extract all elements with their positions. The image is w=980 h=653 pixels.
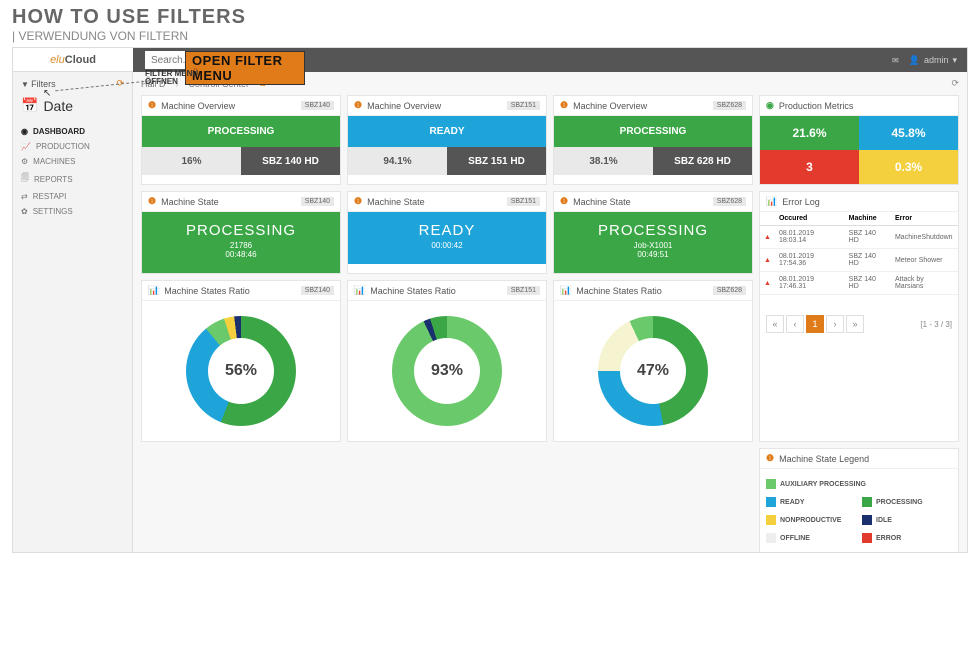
pager-first[interactable]: « bbox=[766, 315, 784, 333]
legend-item: ERROR bbox=[862, 529, 952, 547]
sidebar-item-machines[interactable]: ⚙MACHINES bbox=[21, 154, 124, 169]
card-ratio-0: 📊Machine States RatioSBZ140 56% bbox=[141, 280, 341, 442]
info-icon: ❶ bbox=[560, 196, 568, 207]
card-errorlog: 📊Error Log OccuredMachineError▲08.01.201… bbox=[759, 191, 959, 442]
legend-item: IDLE bbox=[862, 511, 952, 529]
nav-icon: ✿ bbox=[21, 207, 28, 216]
table-row[interactable]: ▲08.01.2019 17:54.36SBZ 140 HDMeteor Sho… bbox=[760, 249, 958, 272]
legend-item: OFFLINE bbox=[766, 529, 856, 547]
card-state-1: ❶Machine StateSBZ151 READY00:00:42 bbox=[347, 191, 547, 274]
card-state-2: ❶Machine StateSBZ628 PROCESSINGJob-X1001… bbox=[553, 191, 753, 274]
pager-next[interactable]: › bbox=[826, 315, 844, 333]
info-icon: ❶ bbox=[766, 453, 774, 464]
nav-icon: 📈 bbox=[21, 142, 31, 151]
nav-icon: ⚙ bbox=[21, 157, 28, 166]
pager-info: [1 - 3 / 3] bbox=[920, 320, 952, 329]
status-badge: PROCESSING bbox=[142, 116, 340, 147]
info-icon: ❶ bbox=[354, 100, 362, 111]
pager-prev[interactable]: ‹ bbox=[786, 315, 804, 333]
slide-subtitle: | VERWENDUNG VON FILTERN bbox=[12, 29, 968, 43]
card-overview-0: ❶Machine OverviewSBZ140 PROCESSING 16%SB… bbox=[141, 95, 341, 185]
bars-icon: 📊 bbox=[560, 285, 571, 296]
col-header: Machine bbox=[845, 212, 891, 226]
legend-item: READY bbox=[766, 493, 856, 511]
info-icon: ❶ bbox=[148, 100, 156, 111]
warning-icon: ▲ bbox=[764, 234, 771, 241]
col-header: Occured bbox=[775, 212, 845, 226]
sidebar-item-production[interactable]: 📈PRODUCTION bbox=[21, 139, 124, 154]
reload-icon[interactable]: ⟳ bbox=[116, 78, 124, 89]
metric-cell: 45.8% bbox=[859, 116, 958, 150]
metric-pct: 16% bbox=[142, 147, 241, 175]
pager-last[interactable]: » bbox=[846, 315, 864, 333]
date-label[interactable]: Date bbox=[43, 98, 73, 114]
machine-model: SBZ 151 HD bbox=[447, 147, 546, 175]
logo[interactable]: eluCloud bbox=[13, 48, 133, 72]
pager-page[interactable]: 1 bbox=[806, 315, 824, 333]
machine-model: SBZ 140 HD bbox=[241, 147, 340, 175]
info-icon: ❶ bbox=[148, 196, 156, 207]
info-icon: ❶ bbox=[560, 100, 568, 111]
card-metrics: ◉Production Metrics 21.6%45.8%30.3% bbox=[759, 95, 959, 185]
bars-icon: 📊 bbox=[354, 285, 365, 296]
metric-pct: 38.1% bbox=[554, 147, 653, 175]
card-state-0: ❶Machine StateSBZ140 PROCESSING2178600:4… bbox=[141, 191, 341, 274]
warning-icon: ▲ bbox=[764, 280, 771, 287]
donut-chart: 56% bbox=[186, 316, 296, 426]
sidebar: ▼ Filters ⟳ ↖ 📅Date ◉DASHBOARD📈PRODUCTIO… bbox=[13, 72, 133, 552]
nav-icon: 🗐 bbox=[21, 172, 29, 186]
sidebar-item-settings[interactable]: ✿SETTINGS bbox=[21, 204, 124, 219]
status-badge: READY bbox=[348, 116, 546, 147]
donut-chart: 47% bbox=[598, 316, 708, 426]
nav-icon: ◉ bbox=[21, 127, 28, 136]
mail-icon[interactable]: ✉ bbox=[892, 56, 899, 65]
sidebar-item-dashboard[interactable]: ◉DASHBOARD bbox=[21, 124, 124, 139]
bars-icon: 📊 bbox=[766, 196, 777, 207]
nav-icon: ⇄ bbox=[21, 192, 28, 201]
annotation-sub: FILTER MENÜÖFFNEN bbox=[145, 70, 198, 86]
col-header: Error bbox=[891, 212, 958, 226]
info-icon: ❶ bbox=[354, 196, 362, 207]
slide-title: HOW TO USE FILTERS bbox=[12, 6, 968, 29]
table-row[interactable]: ▲08.01.2019 18:03.14SBZ 140 HDMachineShu… bbox=[760, 226, 958, 249]
refresh-icon[interactable]: ⟳ bbox=[951, 78, 959, 89]
card-overview-2: ❶Machine OverviewSBZ628 PROCESSING 38.1%… bbox=[553, 95, 753, 185]
card-ratio-1: 📊Machine States RatioSBZ151 93% bbox=[347, 280, 547, 442]
user-menu[interactable]: 👤admin▾ bbox=[909, 55, 957, 66]
legend-item: AUXILIARY PROCESSING bbox=[766, 475, 952, 493]
metric-cell: 21.6% bbox=[760, 116, 859, 150]
sidebar-item-reports[interactable]: 🗐REPORTS bbox=[21, 169, 124, 189]
card-legend: ❶Machine State Legend AUXILIARY PROCESSI… bbox=[759, 448, 959, 552]
sidebar-item-restapi[interactable]: ⇄RESTAPI bbox=[21, 189, 124, 204]
calendar-icon: 📅 bbox=[21, 97, 38, 114]
donut-chart: 93% bbox=[392, 316, 502, 426]
legend-item: PROCESSING bbox=[862, 493, 952, 511]
filters-toggle[interactable]: ▼ Filters bbox=[21, 79, 56, 89]
annotation-open-filter: OPEN FILTER MENU bbox=[185, 51, 305, 85]
circle-icon: ◉ bbox=[766, 100, 774, 111]
bars-icon: 📊 bbox=[148, 285, 159, 296]
metric-cell: 0.3% bbox=[859, 150, 958, 184]
machine-model: SBZ 628 HD bbox=[653, 147, 752, 175]
metric-pct: 94.1% bbox=[348, 147, 447, 175]
status-badge: PROCESSING bbox=[554, 116, 752, 147]
topbar: eluCloud OPEN FILTER MENU FILTER MENÜÖFF… bbox=[13, 48, 967, 72]
card-ratio-2: 📊Machine States RatioSBZ628 47% bbox=[553, 280, 753, 442]
table-row[interactable]: ▲08.01.2019 17:46.31SBZ 140 HDAttack by … bbox=[760, 272, 958, 295]
metric-cell: 3 bbox=[760, 150, 859, 184]
warning-icon: ▲ bbox=[764, 257, 771, 264]
legend-item: NONPRODUCTIVE bbox=[766, 511, 856, 529]
card-overview-1: ❶Machine OverviewSBZ151 READY 94.1%SBZ 1… bbox=[347, 95, 547, 185]
